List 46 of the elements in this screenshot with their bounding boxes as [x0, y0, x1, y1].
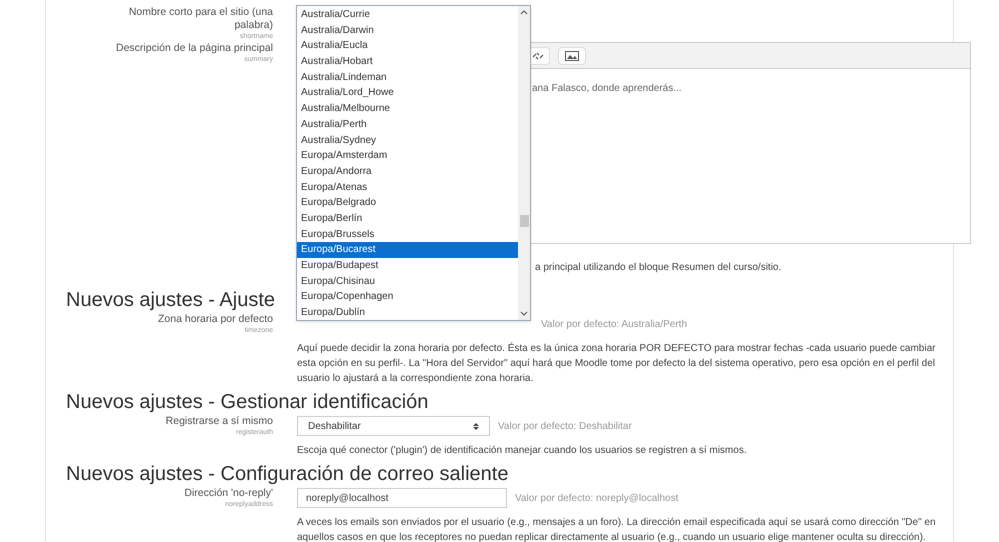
dropdown-option[interactable]: Europa/Brussels: [297, 226, 518, 242]
dropdown-option[interactable]: Europa/Andorra: [297, 164, 518, 180]
dropdown-option[interactable]: Australia/Sydney: [297, 132, 518, 148]
setting-label: Descripción de la página principal: [116, 42, 273, 55]
scrollbar[interactable]: [518, 6, 530, 320]
dropdown-option[interactable]: Europa/Budapest: [297, 258, 518, 274]
help-text: A veces los emails son enviados por el usuario (e.g., mensajes a un foro). La dirección email especificada aquí se usará como dirección "De" en aquellos casos en que los receptores no puedan replicar directamente al usuario (e.g., cuando un usuario elige mantener oculta su dirección).: [297, 516, 937, 542]
editor-content[interactable]: ana Falasco, donde aprenderás...: [532, 83, 682, 94]
default-value: Valor por defecto: Australia/Perth: [541, 318, 688, 332]
dropdown-option[interactable]: Europa/Bucarest: [297, 242, 518, 258]
dropdown-option[interactable]: Australia/Currie: [297, 7, 518, 23]
dropdown-option[interactable]: Australia/Eucla: [297, 38, 518, 54]
select-field[interactable]: Deshabilitar: [297, 416, 490, 436]
dropdown-option[interactable]: Europa/Amsterdam: [297, 148, 518, 164]
dropdown-option[interactable]: Europa/Dublín: [297, 305, 518, 321]
dropdown-option[interactable]: Australia/Melbourne: [297, 101, 518, 117]
help-text: Escoja qué conector ('plugin') de identificación manejar cuando los usuarios se registren a sí mismos.: [297, 444, 748, 458]
dropdown-option[interactable]: Europa/Copenhagen: [297, 289, 518, 306]
setting-label: Nombre corto para el sitio (una palabra): [128, 6, 273, 32]
image-icon: [565, 50, 579, 60]
section-heading: Nuevos ajustes - Gestionar identificación: [66, 391, 428, 413]
dropdown-option[interactable]: Europa/Chisinau: [297, 274, 518, 290]
dropdown-option[interactable]: Europa/Atenas: [297, 180, 518, 196]
image-button[interactable]: [558, 46, 586, 64]
help-text: a principal utilizando el bloque Resumen del curso/sitio.: [535, 262, 782, 273]
dropdown-option[interactable]: Australia/Lord_Howe: [297, 85, 518, 102]
sort-arrows-icon: [473, 422, 479, 430]
scroll-down-icon[interactable]: [520, 311, 528, 317]
setting-label: Registrarse a sí mismo: [166, 415, 273, 428]
setting-label: Dirección 'no-reply': [184, 487, 273, 500]
default-value: Valor por defecto: Deshabilitar: [498, 420, 632, 434]
default-value: Valor por defecto: noreply@localhost: [515, 492, 678, 506]
dropdown-option[interactable]: Australia/Darwin: [297, 22, 518, 38]
section-heading: Nuevos ajustes - Configuración de correo saliente: [66, 463, 508, 485]
scrollbar-thumb[interactable]: [520, 215, 528, 227]
setting-label: Zona horaria por defecto: [158, 313, 273, 326]
dropdown-option[interactable]: Australia/Perth: [297, 116, 518, 132]
dropdown-option[interactable]: Europa/Berlín: [297, 210, 518, 227]
dropdown-option[interactable]: Europa/Belgrado: [297, 195, 518, 211]
help-text: Aquí puede decidir la zona horaria por defecto. Ésta es la única zona horaria POR DEFECTO para mostrar fechas -cada usuario puede cambiar esta opción en su perfil-. La "Hora del Servidor" aquí hará que Moodle tome por defecto la del sistema operativo, pero esa opción en el perfil del usuario lo ajustará a la correspondiente zona horaria.: [297, 341, 936, 386]
dropdown-option[interactable]: Australia/Lindeman: [297, 70, 518, 86]
broken-link-icon: [532, 50, 544, 60]
dropdown-option[interactable]: Australia/Hobart: [297, 54, 518, 70]
scroll-up-icon[interactable]: [520, 9, 528, 15]
section-heading: Nuevos ajustes - Ajuste: [66, 289, 275, 311]
text-field[interactable]: noreply@localhost: [297, 488, 507, 508]
